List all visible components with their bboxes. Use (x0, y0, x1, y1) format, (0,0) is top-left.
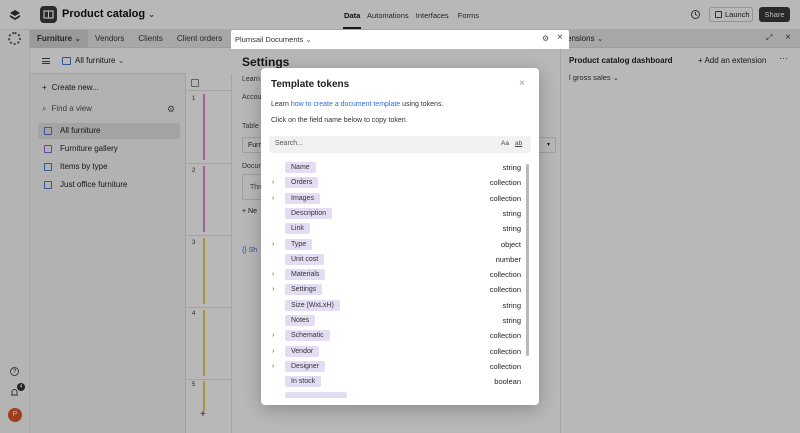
token-type: string (502, 163, 521, 172)
chevron-right-icon[interactable]: › (272, 177, 274, 188)
modal-learn-text: Learn how to create a document template … (271, 101, 443, 108)
token-chip[interactable]: Settings (285, 284, 323, 296)
token-list-scrollbar[interactable] (526, 164, 529, 356)
match-case-toggle[interactable]: Aa (501, 140, 509, 147)
token-chip[interactable]: Schematic (285, 330, 330, 342)
token-chip[interactable]: Orders (285, 177, 319, 189)
token-chip[interactable]: Materials (285, 269, 326, 281)
token-search-input[interactable]: Search... Aa ab (269, 136, 531, 153)
learn-prefix: Learn (271, 101, 291, 108)
token-row[interactable]: › Images collection (269, 191, 531, 206)
token-row[interactable]: In stock boolean (269, 374, 531, 389)
token-type: collection (489, 270, 521, 280)
token-row[interactable]: › Settings collection (269, 282, 531, 297)
settings-icon[interactable]: ⚙ (542, 34, 549, 43)
token-row[interactable]: Unit cost number (269, 252, 531, 267)
token-chip-partial[interactable]: . (285, 391, 347, 398)
token-type: string (502, 300, 521, 310)
modal-title: Template tokens (271, 79, 350, 90)
token-chip[interactable]: Description (285, 207, 333, 219)
token-type: collection (489, 285, 521, 295)
token-search-placeholder: Search... (275, 140, 304, 147)
close-icon[interactable]: × (519, 78, 525, 89)
close-icon[interactable]: × (557, 32, 563, 43)
token-chip[interactable]: Size (WxLxH) (285, 299, 340, 311)
token-type: collection (489, 346, 521, 356)
whole-word-toggle[interactable]: ab (515, 140, 522, 147)
token-type: collection (489, 193, 521, 203)
token-row[interactable]: › Materials collection (269, 267, 531, 282)
token-row[interactable]: Link string (269, 221, 531, 236)
token-list: Name string › Orders collection › Images coll… (261, 160, 539, 398)
token-chip[interactable]: Designer (285, 360, 326, 372)
plumsail-extension-bar: Plumsail Documents ⌄ ⚙ × (231, 30, 569, 49)
chevron-right-icon[interactable]: › (272, 269, 274, 280)
token-type: collection (489, 331, 521, 341)
token-row[interactable]: Notes string (269, 313, 531, 328)
token-row[interactable]: › Orders collection (269, 175, 531, 190)
token-type: collection (489, 178, 521, 188)
chevron-right-icon[interactable]: › (272, 239, 274, 250)
token-chip[interactable]: In stock (285, 376, 322, 388)
chevron-down-icon: ⌄ (305, 35, 312, 44)
token-chip[interactable]: Name (285, 162, 316, 173)
learn-link[interactable]: how to create a document template (291, 101, 400, 108)
modal-hint: Click on the field name below to copy to… (271, 117, 408, 124)
token-row[interactable]: Size (WxLxH) string (269, 298, 531, 313)
plumsail-title[interactable]: Plumsail Documents ⌄ (235, 35, 312, 44)
plumsail-title-text: Plumsail Documents (235, 35, 304, 44)
template-tokens-modal: Template tokens × Learn how to create a … (261, 68, 539, 405)
token-row[interactable]: › Designer collection (269, 359, 531, 374)
token-chip[interactable]: Link (285, 223, 310, 235)
token-row[interactable]: . (269, 390, 531, 398)
token-type: string (502, 316, 521, 325)
token-type: string (502, 208, 521, 218)
token-chip[interactable]: Type (285, 238, 313, 250)
token-type: number (495, 254, 521, 264)
token-chip[interactable]: Unit cost (285, 253, 325, 265)
token-type: boolean (494, 377, 521, 387)
token-row[interactable]: Description string (269, 206, 531, 221)
token-row[interactable]: › Vendor collection (269, 344, 531, 359)
token-chip[interactable]: Notes (285, 315, 316, 326)
token-row[interactable]: › Type object (269, 237, 531, 252)
chevron-right-icon[interactable]: › (272, 330, 274, 341)
chevron-right-icon[interactable]: › (272, 284, 274, 295)
token-chip[interactable]: Images (285, 192, 320, 204)
chevron-right-icon[interactable]: › (272, 193, 274, 204)
token-row[interactable]: Name string (269, 160, 531, 175)
token-type: string (502, 224, 521, 234)
learn-suffix: using tokens. (400, 101, 444, 108)
token-chip[interactable]: Vendor (285, 345, 320, 357)
token-type: object (500, 239, 521, 249)
token-type: collection (489, 361, 521, 371)
chevron-right-icon[interactable]: › (272, 361, 274, 372)
token-row[interactable]: › Schematic collection (269, 328, 531, 343)
chevron-right-icon[interactable]: › (272, 346, 274, 357)
